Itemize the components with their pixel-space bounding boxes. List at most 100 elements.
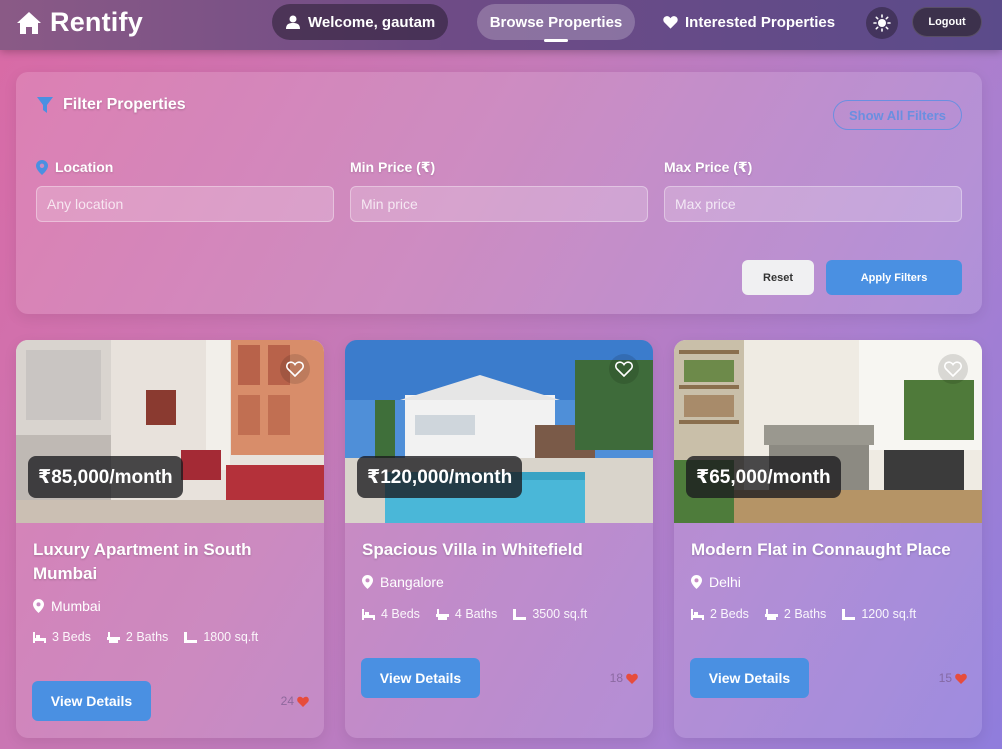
map-marker-icon	[36, 159, 48, 175]
map-marker-icon	[362, 575, 373, 589]
area-text: 1200 sq.ft	[861, 607, 917, 621]
navbar: Rentify Welcome, gautam Browse Propertie…	[0, 0, 1002, 50]
nav-interested-properties[interactable]: Interested Properties	[663, 4, 843, 40]
area-text: 3500 sq.ft	[532, 607, 588, 621]
location-input[interactable]: Any location	[36, 186, 334, 222]
likes-count-text: 18	[609, 671, 623, 685]
max-price-label: Max Price (₹)	[664, 159, 753, 175]
location-label-text: Location	[55, 159, 114, 175]
property-card: ₹85,000/month Luxury Apartment in South …	[16, 340, 324, 738]
ruler-icon	[513, 608, 527, 620]
home-icon	[17, 11, 41, 34]
area-feature: 3500 sq.ft	[513, 607, 587, 621]
favorite-button[interactable]	[609, 354, 639, 384]
likes-count-text: 24	[280, 694, 294, 708]
bath-icon	[764, 608, 778, 620]
price-badge: ₹85,000/month	[28, 456, 183, 498]
property-title: Spacious Villa in Whitefield	[362, 540, 583, 559]
property-image[interactable]: ₹85,000/month	[16, 340, 324, 523]
baths-text: 4 Baths	[454, 607, 498, 621]
active-indicator	[544, 39, 568, 42]
baths-feature: 2 Baths	[106, 630, 169, 644]
show-all-filters-button[interactable]: Show All Filters	[833, 100, 962, 130]
logout-button[interactable]: Logout	[912, 7, 982, 37]
max-price-input[interactable]: Max price	[664, 186, 962, 222]
area-feature: 1200 sq.ft	[842, 607, 916, 621]
heart-icon	[297, 696, 309, 707]
property-features: 4 Beds 4 Baths 3500 sq.ft	[362, 607, 603, 621]
likes-count: 18	[610, 671, 638, 685]
filter-icon	[37, 97, 53, 113]
property-location-text: Mumbai	[51, 598, 101, 614]
property-card: ₹120,000/month Spacious Villa in Whitefi…	[345, 340, 653, 738]
likes-count: 15	[939, 671, 967, 685]
property-features: 2 Beds 2 Baths 1200 sq.ft	[691, 607, 932, 621]
view-details-button[interactable]: View Details	[361, 658, 480, 698]
price-badge: ₹65,000/month	[686, 456, 841, 498]
property-location: Mumbai	[33, 598, 101, 614]
theme-toggle-button[interactable]	[866, 7, 898, 39]
property-card: ₹65,000/month Modern Flat in Connaught P…	[674, 340, 982, 738]
filter-title: Filter Properties	[36, 96, 186, 114]
filter-title-text: Filter Properties	[63, 96, 186, 113]
heart-icon	[955, 673, 967, 684]
likes-count: 24	[281, 694, 309, 708]
baths-feature: 2 Baths	[764, 607, 827, 621]
map-marker-icon	[33, 599, 44, 613]
heart-outline-icon	[615, 361, 633, 377]
filter-panel: Filter Properties Show All Filters Locat…	[16, 72, 982, 314]
beds-feature: 3 Beds	[33, 630, 91, 644]
min-price-label: Min Price (₹)	[350, 159, 436, 175]
welcome-text: Welcome, gautam	[308, 13, 436, 31]
beds-text: 3 Beds	[52, 630, 91, 644]
area-text: 1800 sq.ft	[203, 630, 259, 644]
brand-name: Rentify	[50, 7, 143, 37]
location-label: Location	[36, 159, 113, 175]
beds-feature: 4 Beds	[362, 607, 420, 621]
user-icon	[286, 15, 300, 29]
property-features: 3 Beds 2 Baths 1800 sq.ft	[33, 630, 274, 644]
beds-text: 2 Beds	[710, 607, 749, 621]
property-title: Luxury Apartment in South Mumbai	[33, 540, 252, 583]
property-image[interactable]: ₹120,000/month	[345, 340, 653, 523]
heart-outline-icon	[286, 361, 304, 377]
beds-feature: 2 Beds	[691, 607, 749, 621]
heart-icon	[626, 673, 638, 684]
property-image[interactable]: ₹65,000/month	[674, 340, 982, 523]
view-details-button[interactable]: View Details	[690, 658, 809, 698]
nav-browse-label: Browse Properties	[489, 13, 623, 31]
map-marker-icon	[691, 575, 702, 589]
bed-icon	[362, 608, 375, 620]
sun-icon	[873, 14, 891, 32]
property-location-text: Delhi	[709, 574, 741, 590]
reset-button[interactable]: Reset	[742, 260, 814, 295]
bath-icon	[435, 608, 449, 620]
baths-text: 2 Baths	[125, 630, 169, 644]
beds-text: 4 Beds	[381, 607, 420, 621]
likes-count-text: 15	[938, 671, 952, 685]
apply-filters-button[interactable]: Apply Filters	[826, 260, 962, 295]
baths-feature: 4 Baths	[435, 607, 498, 621]
nav-browse-properties[interactable]: Browse Properties	[477, 4, 635, 42]
min-price-input[interactable]: Min price	[350, 186, 648, 222]
heart-outline-icon	[944, 361, 962, 377]
area-feature: 1800 sq.ft	[184, 630, 258, 644]
property-location-text: Bangalore	[380, 574, 444, 590]
brand-logo[interactable]: Rentify	[16, 7, 143, 38]
view-details-button[interactable]: View Details	[32, 681, 151, 721]
price-badge: ₹120,000/month	[357, 456, 523, 498]
favorite-button[interactable]	[938, 354, 968, 384]
nav-interested-label: Interested Properties	[685, 13, 836, 31]
bath-icon	[106, 631, 120, 643]
property-location: Delhi	[691, 574, 741, 590]
heart-icon	[663, 16, 678, 29]
baths-text: 2 Baths	[783, 607, 827, 621]
bed-icon	[33, 631, 46, 643]
ruler-icon	[842, 608, 856, 620]
property-location: Bangalore	[362, 574, 444, 590]
welcome-user-pill[interactable]: Welcome, gautam	[272, 4, 448, 40]
ruler-icon	[184, 631, 198, 643]
bed-icon	[691, 608, 704, 620]
property-title: Modern Flat in Connaught Place	[691, 540, 951, 559]
favorite-button[interactable]	[280, 354, 310, 384]
